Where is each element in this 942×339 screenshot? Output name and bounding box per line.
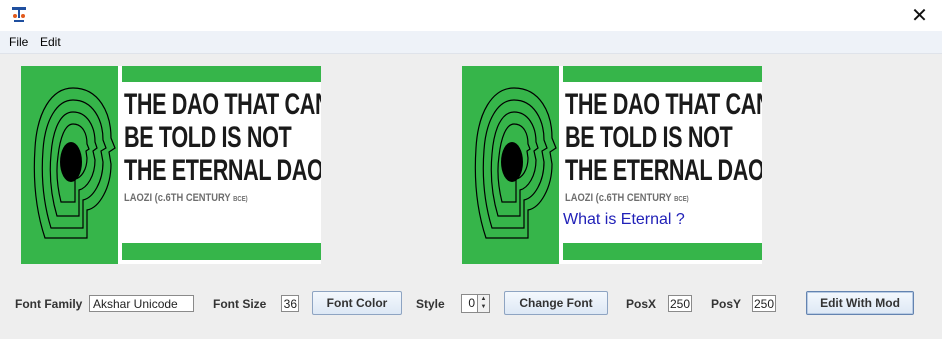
style-spinner-arrows[interactable]: ▲ ▼: [478, 294, 490, 313]
posx-label: PosX: [626, 297, 657, 311]
original-image: THE DAO THAT CAN BE TOLD IS NOT THE ETER…: [21, 66, 321, 264]
menu-file[interactable]: File: [9, 35, 28, 49]
font-size-input[interactable]: 36: [281, 295, 299, 312]
quote-author: LAOZI (c.6TH CENTURY BCE): [124, 192, 248, 204]
head-contour-graphic: [474, 87, 557, 239]
menu-edit[interactable]: Edit: [40, 35, 61, 49]
style-label: Style: [416, 297, 445, 311]
green-bar-top: [563, 66, 762, 82]
green-bar-bottom: [122, 243, 321, 260]
edit-with-mod-button[interactable]: Edit With Mod: [806, 291, 914, 315]
font-size-label: Font Size: [213, 297, 267, 311]
style-spinner-input[interactable]: 0: [461, 294, 478, 313]
edited-image: THE DAO THAT CAN BE TOLD IS NOT THE ETER…: [462, 66, 762, 264]
green-bar-bottom: [563, 243, 762, 260]
title-bar: ✕: [0, 0, 942, 31]
posy-input[interactable]: 250: [752, 295, 776, 312]
quote-author: LAOZI (c.6TH CENTURY BCE): [565, 192, 689, 204]
green-bar-top: [122, 66, 321, 82]
quote-text: THE DAO THAT CAN BE TOLD IS NOT THE ETER…: [124, 88, 321, 187]
overlay-text: What is Eternal ?: [563, 211, 685, 228]
spinner-up-icon[interactable]: ▲: [478, 295, 489, 303]
main-panel: THE DAO THAT CAN BE TOLD IS NOT THE ETER…: [0, 54, 942, 339]
spinner-down-icon[interactable]: ▼: [478, 303, 489, 311]
java-app-icon: [12, 7, 26, 22]
change-font-button[interactable]: Change Font: [504, 291, 608, 315]
quote-text: THE DAO THAT CAN BE TOLD IS NOT THE ETER…: [565, 88, 762, 187]
menu-bar: File Edit: [0, 31, 942, 54]
close-icon: ✕: [911, 5, 928, 27]
font-family-input[interactable]: Akshar Unicode: [89, 295, 194, 312]
close-button[interactable]: ✕: [897, 0, 942, 31]
posx-input[interactable]: 250: [668, 295, 692, 312]
head-contour-graphic: [33, 87, 116, 239]
posy-label: PosY: [711, 297, 742, 311]
font-family-label: Font Family: [15, 297, 83, 311]
font-color-button[interactable]: Font Color: [312, 291, 402, 315]
